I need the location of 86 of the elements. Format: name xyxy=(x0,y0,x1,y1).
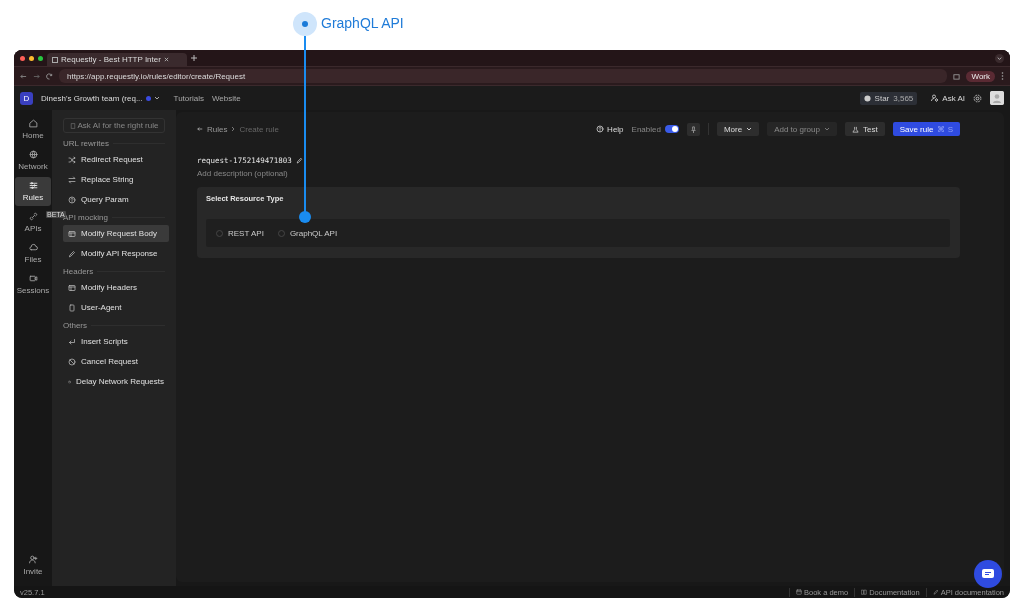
cancel-icon xyxy=(68,357,76,366)
shuffle-icon xyxy=(68,155,76,164)
team-avatar[interactable]: D xyxy=(20,91,33,105)
rule-type-item[interactable]: Redirect Request xyxy=(63,151,169,168)
team-switcher[interactable]: Dinesh's Growth team (req... xyxy=(41,93,160,103)
flask-icon xyxy=(851,125,859,133)
pencil-icon xyxy=(295,157,303,164)
chevron-right-icon xyxy=(231,126,236,132)
home-icon xyxy=(28,119,38,128)
minimize-window-button[interactable] xyxy=(29,55,34,61)
callout-label: GraphQL API xyxy=(321,15,404,31)
pencil-icon xyxy=(932,589,939,595)
page-icon xyxy=(52,56,58,63)
nav-rail-item[interactable]: Network xyxy=(15,146,51,175)
help-icon xyxy=(68,195,76,204)
chevron-down-icon xyxy=(823,127,830,131)
header-link[interactable]: Website xyxy=(211,93,241,103)
save-rule-button[interactable]: Save rule ⌘ S xyxy=(892,122,960,136)
close-window-button[interactable] xyxy=(20,55,25,61)
rule-type-item[interactable]: Modify Request Body xyxy=(63,225,169,242)
sliders-icon xyxy=(28,181,38,190)
nav-rail-item[interactable]: Rules xyxy=(15,177,51,206)
nav-rail-item[interactable]: Files xyxy=(15,239,51,268)
globe-icon xyxy=(28,150,38,159)
pin-icon xyxy=(689,125,697,133)
video-camera-icon xyxy=(28,274,38,283)
rule-type-item[interactable]: Insert Scripts xyxy=(63,333,169,350)
ask-ai-button[interactable]: Ask AI xyxy=(931,93,965,103)
add-user-icon xyxy=(28,555,38,564)
enabled-label: Enabled xyxy=(631,124,661,134)
rule-type-item[interactable]: Modify API Response xyxy=(63,245,169,262)
chevron-down-icon xyxy=(153,96,160,100)
new-tab-icon[interactable] xyxy=(191,55,197,61)
forward-icon[interactable] xyxy=(33,72,40,80)
panel-icon xyxy=(68,229,76,238)
address-bar[interactable]: https://app.requestly.io/rules/editor/create/Request xyxy=(59,69,948,83)
pencil-icon xyxy=(68,249,76,258)
pin-button[interactable] xyxy=(686,122,700,136)
breadcrumb-link[interactable]: Rules xyxy=(207,124,228,134)
calendar-icon xyxy=(795,589,802,595)
group-heading: URL rewrites xyxy=(63,139,109,148)
panel-icon xyxy=(68,283,76,292)
profile-button[interactable]: Work xyxy=(966,70,995,82)
more-icon[interactable] xyxy=(1001,72,1004,80)
more-button[interactable]: More xyxy=(716,122,760,136)
breadcrumb-current: Create rule xyxy=(239,124,280,134)
chevron-down-icon xyxy=(746,127,753,131)
ask-ai-field[interactable]: Ask AI for the right rule xyxy=(63,118,165,133)
settings-icon[interactable] xyxy=(973,93,982,103)
rule-type-item[interactable]: Cancel Request xyxy=(63,353,169,370)
resource-type-radio[interactable]: REST API xyxy=(216,228,264,238)
rule-type-item[interactable]: Query Param xyxy=(63,191,169,208)
swap-icon xyxy=(68,175,76,184)
rule-type-item[interactable]: Delay Network Requests xyxy=(63,373,169,390)
description-field[interactable]: Add description (optional) xyxy=(197,169,960,178)
rule-type-item[interactable]: Modify Headers xyxy=(63,279,169,296)
chevron-down-icon[interactable] xyxy=(995,53,1004,63)
help-icon xyxy=(596,125,605,133)
chat-icon xyxy=(982,569,994,579)
help-button[interactable]: Help xyxy=(596,124,624,134)
nav-rail-item[interactable]: Sessions xyxy=(15,270,51,299)
github-star-button[interactable]: Star 3,565 xyxy=(859,91,918,105)
back-icon[interactable] xyxy=(197,126,203,132)
browser-tab[interactable]: Requestly - Best HTTP Inter xyxy=(47,53,187,66)
nav-rail-item[interactable]: Invite xyxy=(15,551,51,580)
test-button[interactable]: Test xyxy=(844,122,885,136)
user-sparkle-icon xyxy=(931,94,940,102)
book-icon xyxy=(861,589,868,595)
phone-icon xyxy=(68,303,76,312)
group-heading: Others xyxy=(63,321,87,330)
close-icon[interactable] xyxy=(163,57,169,62)
zoom-window-button[interactable] xyxy=(38,55,43,61)
link-icon xyxy=(28,212,38,221)
reload-icon[interactable] xyxy=(46,72,53,80)
back-icon[interactable] xyxy=(20,72,27,80)
group-heading: Headers xyxy=(63,267,94,276)
rule-type-item[interactable]: Replace String xyxy=(63,171,169,188)
resource-type-radio[interactable]: GraphQL API xyxy=(277,228,338,238)
document-icon xyxy=(69,122,76,129)
rule-type-item[interactable]: User-Agent xyxy=(63,299,169,316)
enabled-toggle[interactable] xyxy=(664,125,679,133)
nav-rail-item[interactable]: Home xyxy=(15,115,51,144)
cloud-icon xyxy=(28,243,38,252)
callout-marker-icon xyxy=(293,12,317,36)
enter-icon xyxy=(68,337,76,346)
header-link[interactable]: Tutorials xyxy=(173,93,204,103)
